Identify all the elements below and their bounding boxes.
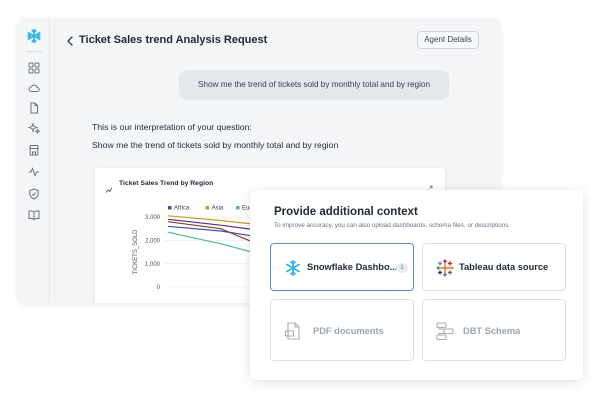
grid-icon[interactable]	[28, 62, 40, 74]
pdf-document-icon	[283, 321, 303, 341]
context-panel: Provide additional context To improve ac…	[250, 190, 583, 380]
page-title: Ticket Sales trend Analysis Request	[79, 34, 268, 46]
y-tick-label: 0	[157, 285, 161, 291]
dbt-schema-icon	[435, 321, 455, 341]
back-chevron-icon[interactable]	[65, 34, 75, 48]
tableau-data-source-label: Tableau data source	[459, 262, 549, 272]
context-panel-subtitle: To improve accuracy, you can also upload…	[274, 222, 511, 229]
snowflake-dashboard-option[interactable]: Snowflake Dashbo... 1	[270, 243, 414, 291]
sparkle-icon[interactable]	[28, 122, 40, 134]
cloud-icon[interactable]	[28, 82, 40, 94]
y-tick-label: 2,000	[145, 239, 161, 245]
y-tick-label: 1,000	[145, 262, 161, 268]
legend-swatch	[168, 206, 172, 210]
user-message-bubble: Show me the trend of tickets sold by mon…	[179, 70, 449, 100]
count-badge: 1	[396, 263, 408, 273]
y-axis-label: TICKETS_SOLD	[133, 229, 139, 275]
sidebar-rail	[18, 18, 50, 303]
dbt-schema-option[interactable]: DBT Schema	[422, 299, 566, 361]
pdf-documents-option[interactable]: PDF documents	[270, 299, 414, 361]
legend-swatch	[236, 206, 240, 210]
tableau-icon	[435, 258, 455, 278]
legend-label: Asia	[212, 206, 224, 212]
tableau-data-source-option[interactable]: Tableau data source	[422, 243, 566, 291]
file-icon[interactable]	[28, 102, 40, 114]
y-tick-label: 3,000	[145, 215, 161, 221]
interpretation-text: Show me the trend of tickets sold by mon…	[92, 140, 339, 150]
snowflake-dashboard-label: Snowflake Dashbo...	[307, 262, 398, 272]
snowflake-logo-icon[interactable]	[26, 28, 42, 44]
dbt-schema-label: DBT Schema	[463, 326, 521, 336]
agent-details-button[interactable]: Agent Details	[417, 31, 479, 49]
book-icon[interactable]	[28, 209, 40, 221]
shield-icon[interactable]	[28, 188, 40, 200]
context-panel-title: Provide additional context	[274, 206, 418, 218]
pdf-documents-label: PDF documents	[313, 326, 384, 336]
interpretation-intro: This is our interpretation of your quest…	[92, 122, 252, 132]
activity-icon[interactable]	[28, 166, 40, 178]
legend-label: Africa	[174, 206, 190, 212]
sidebar-divider	[26, 51, 42, 52]
store-icon[interactable]	[28, 144, 40, 156]
snowflake-icon	[283, 258, 303, 278]
legend-swatch	[205, 206, 210, 210]
